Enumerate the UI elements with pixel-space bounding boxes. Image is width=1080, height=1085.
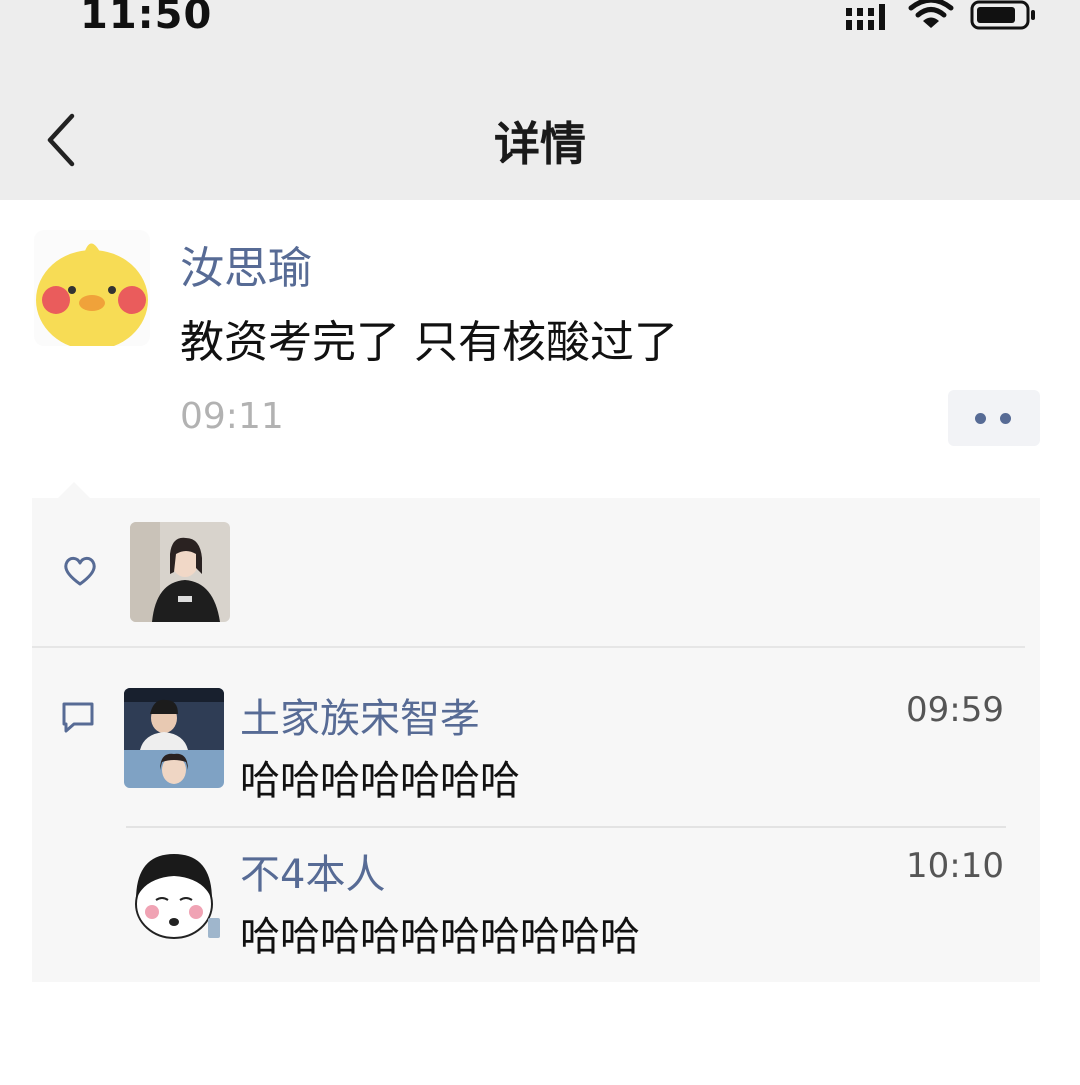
comment-text[interactable]: 哈哈哈哈哈哈哈哈哈哈 — [240, 904, 640, 962]
page-title: 详情 — [494, 117, 586, 171]
couple-photo-avatar[interactable] — [124, 688, 224, 788]
liker-avatar[interactable] — [130, 522, 230, 622]
post-text: 教资考完了 只有核酸过了 — [180, 317, 678, 368]
wifi-icon — [908, 0, 954, 28]
more-button[interactable] — [948, 390, 1040, 446]
comment-icon — [62, 702, 94, 733]
comment-author-name[interactable]: 不4本人 — [240, 842, 385, 900]
status-bar: 11:50 — [0, 0, 1080, 60]
more-dots-icon — [1000, 413, 1011, 424]
comment-time: 10:10 — [906, 846, 1004, 886]
divider — [32, 646, 1025, 648]
battery-icon — [970, 0, 1035, 30]
panel-arrow — [58, 482, 90, 498]
heart-icon — [64, 556, 96, 586]
meme-face-avatar[interactable] — [124, 844, 224, 944]
comment-author-name[interactable]: 土家族宋智孝 — [240, 686, 480, 744]
status-time: 11:50 — [80, 0, 213, 38]
yellow-duck-avatar[interactable] — [34, 230, 150, 346]
nav-bar: 详情 — [0, 60, 1080, 200]
post-author-name[interactable]: 汝思瑜 — [180, 232, 312, 296]
post-time: 09:11 — [180, 396, 284, 437]
comment-divider — [126, 826, 1006, 828]
more-dots-icon — [975, 413, 986, 424]
comment-time: 09:59 — [906, 690, 1004, 730]
signal-icon — [846, 4, 885, 30]
comment-text[interactable]: 哈哈哈哈哈哈哈 — [240, 748, 520, 806]
